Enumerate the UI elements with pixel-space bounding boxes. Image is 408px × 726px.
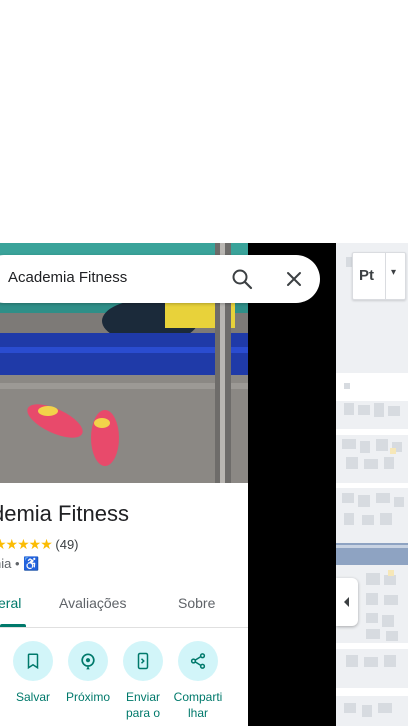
collapse-panel-button[interactable]	[336, 578, 358, 626]
close-icon[interactable]	[282, 267, 306, 291]
action-row: Salvar Próximo Enviar para o Comparti lh…	[0, 641, 248, 726]
tab-indicator	[0, 624, 26, 627]
nearby-button[interactable]: Próximo	[59, 641, 117, 721]
send-to-phone-button[interactable]: Enviar para o	[114, 641, 172, 721]
review-count[interactable]: (49)	[55, 537, 78, 552]
map-view[interactable]	[336, 243, 408, 726]
category-text: nia •	[0, 556, 20, 571]
tab-reviews[interactable]: Avaliações	[59, 595, 126, 611]
nearby-label: Próximo	[65, 690, 110, 704]
place-panel: demia Fitness ★★★★★ (49) nia • ♿ eral Av…	[0, 243, 248, 726]
map-layer-button[interactable]: Pt ▾	[352, 252, 406, 300]
wheelchair-icon: ♿	[23, 556, 40, 571]
share-label: Comparti lhar	[173, 690, 223, 720]
share-button[interactable]: Comparti lhar	[169, 641, 227, 721]
tab-about[interactable]: Sobre	[178, 595, 215, 611]
nearby-icon	[81, 653, 95, 670]
bookmark-icon	[27, 653, 39, 670]
chevron-down-icon[interactable]: ▾	[391, 267, 396, 278]
search-bar[interactable]: Academia Fitness	[0, 255, 320, 303]
search-input[interactable]: Academia Fitness	[8, 269, 127, 286]
divider	[385, 253, 386, 299]
chevron-left-icon	[344, 597, 349, 607]
save-label: Salvar	[15, 690, 50, 704]
blank-area	[0, 0, 408, 243]
tab-overview[interactable]: eral	[0, 595, 21, 611]
category-row: nia • ♿	[0, 556, 39, 572]
share-icon	[190, 653, 206, 669]
save-button[interactable]: Salvar	[4, 641, 62, 721]
place-title: demia Fitness	[0, 501, 129, 526]
tab-bar: eral Avaliações Sobre	[0, 583, 248, 628]
search-icon[interactable]	[230, 267, 254, 291]
star-rating: ★★★★★	[0, 536, 53, 552]
send-label: Enviar para o	[125, 690, 161, 720]
map-letterbox	[248, 243, 336, 726]
rating-row[interactable]: ★★★★★ (49)	[0, 536, 79, 553]
send-to-phone-icon	[137, 652, 149, 670]
layer-label: Pt	[359, 267, 374, 284]
